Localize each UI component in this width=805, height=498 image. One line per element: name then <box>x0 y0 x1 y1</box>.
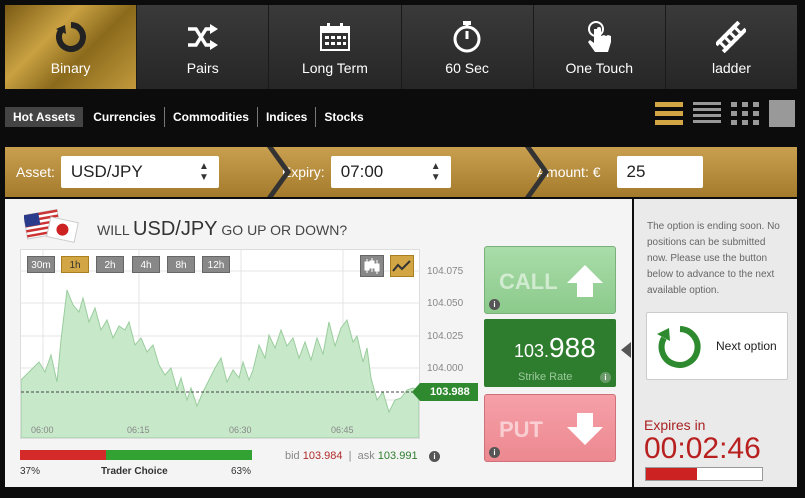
tf-4h[interactable]: 4h <box>132 256 160 273</box>
trader-choice-bar <box>20 450 252 460</box>
nav-long-term[interactable]: Long Term <box>269 5 402 89</box>
price-chart <box>20 249 420 439</box>
tf-1h[interactable]: 1h <box>61 256 89 273</box>
x-tick: 06:45 <box>331 425 354 435</box>
asset-filter-bar: Hot Assets Currencies Commodities Indice… <box>5 104 372 130</box>
view-compact-list-icon[interactable] <box>693 100 721 128</box>
call-button[interactable]: CALL i <box>484 246 616 314</box>
arrow-down-icon <box>567 413 603 445</box>
x-tick: 06:00 <box>31 425 54 435</box>
nav-pairs[interactable]: Pairs <box>137 5 270 89</box>
current-price-flag: 103.988 <box>412 383 478 401</box>
expiry-countdown: 00:02:46 <box>644 432 761 465</box>
call-share <box>105 450 252 460</box>
put-share <box>20 450 106 460</box>
nav-60-sec[interactable]: 60 Sec <box>401 5 534 89</box>
tf-2h[interactable]: 2h <box>96 256 124 273</box>
amount-input[interactable]: 25 <box>616 156 703 188</box>
nav-ladder[interactable]: ladder <box>665 5 798 89</box>
expiry-progress-fill <box>646 468 698 480</box>
trader-choice-label: Trader Choice <box>101 466 168 477</box>
refresh-icon <box>54 18 88 56</box>
expiry-progress <box>645 467 763 481</box>
chevron-right-icon <box>267 147 291 197</box>
filter-commodities[interactable]: Commodities <box>165 107 258 127</box>
view-switcher <box>655 100 797 128</box>
ladder-icon <box>716 18 747 56</box>
y-tick: 104.075 <box>427 266 464 277</box>
flags-icon <box>24 208 79 243</box>
updown-arrow-icon: ▲ ▼ <box>199 161 209 183</box>
calendar-icon <box>319 18 350 56</box>
next-option-button[interactable]: Next option <box>646 312 788 380</box>
filter-currencies[interactable]: Currencies <box>85 107 165 127</box>
refresh-icon <box>657 326 701 368</box>
filter-stocks[interactable]: Stocks <box>316 107 371 127</box>
chevron-right-icon <box>525 147 549 197</box>
filter-hot-assets[interactable]: Hot Assets <box>5 107 84 127</box>
call-percentage: 63% <box>231 466 252 477</box>
nav-one-touch[interactable]: One Touch <box>533 5 666 89</box>
candlestick-icon[interactable] <box>360 255 384 277</box>
asset-select[interactable]: USD/JPY ▲ ▼ <box>60 156 219 188</box>
tf-30m[interactable]: 30m <box>27 256 55 273</box>
chart-area <box>21 250 419 438</box>
info-icon[interactable]: i <box>489 299 500 310</box>
view-single-icon[interactable] <box>769 100 797 128</box>
product-nav: Binary Pairs Long Term 60 Sec One Touch … <box>5 5 798 89</box>
expiry-select[interactable]: 07:00 ▲ ▼ <box>330 156 451 188</box>
y-tick: 104.050 <box>427 298 464 309</box>
view-grid-icon[interactable] <box>731 100 759 128</box>
y-tick: 104.025 <box>427 331 464 342</box>
y-tick: 104.000 <box>427 363 464 374</box>
x-tick: 06:15 <box>127 425 150 435</box>
touch-icon <box>584 18 614 56</box>
info-icon[interactable]: i <box>489 447 500 458</box>
strike-rate-box: 103.988 Strike Rate i <box>484 319 616 387</box>
shuffle-icon <box>187 18 218 56</box>
asset-label: Asset: <box>16 164 55 180</box>
expires-label: Expires in <box>644 417 706 433</box>
info-icon[interactable]: i <box>429 451 440 462</box>
view-list-icon[interactable] <box>655 100 683 128</box>
pointer-arrow-icon <box>621 342 631 358</box>
bid-ask: bid 103.984 | ask 103.991 <box>285 450 418 462</box>
filter-indices[interactable]: Indices <box>258 107 317 127</box>
arrow-up-icon <box>567 265 603 297</box>
option-ending-notice: The option is ending soon. No positions … <box>647 221 780 296</box>
info-icon[interactable]: i <box>600 372 611 383</box>
tf-8h[interactable]: 8h <box>167 256 195 273</box>
stopwatch-icon <box>452 18 482 56</box>
updown-arrow-icon: ▲ ▼ <box>430 161 441 183</box>
question-heading: WILL USD/JPY GO UP OR DOWN? <box>97 218 348 240</box>
x-tick: 06:30 <box>229 425 252 435</box>
line-chart-icon[interactable] <box>390 255 414 277</box>
tf-12h[interactable]: 12h <box>202 256 230 273</box>
put-button[interactable]: PUT i <box>484 394 616 462</box>
nav-binary[interactable]: Binary <box>5 5 138 89</box>
put-percentage: 37% <box>20 466 41 477</box>
trade-bar: Asset: USD/JPY ▲ ▼ Expiry: 07:00 ▲ ▼ Amoun… <box>5 147 797 197</box>
